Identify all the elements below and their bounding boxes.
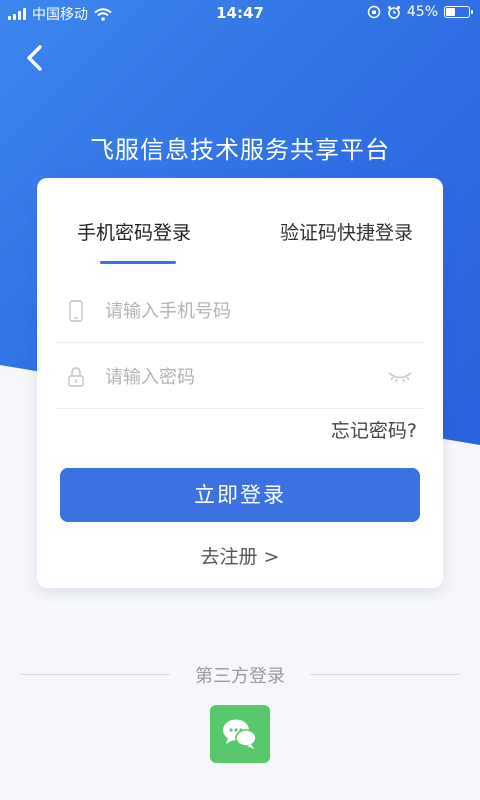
orientation-lock-icon bbox=[367, 5, 381, 19]
tab-phone-password[interactable]: 手机密码登录 bbox=[77, 218, 191, 245]
register-link[interactable]: 去注册 > bbox=[37, 542, 443, 569]
phone-icon bbox=[69, 300, 83, 322]
battery-fill bbox=[446, 8, 455, 16]
password-field bbox=[55, 344, 425, 409]
chevron-left-icon bbox=[27, 45, 42, 71]
active-tab-indicator bbox=[100, 261, 176, 264]
phone-field bbox=[55, 278, 425, 343]
login-button[interactable]: 立即登录 bbox=[60, 468, 420, 522]
back-button[interactable] bbox=[20, 42, 52, 74]
forgot-password-link[interactable]: 忘记密码? bbox=[331, 416, 417, 443]
page-title: 飞服信息技术服务共享平台 bbox=[90, 136, 390, 164]
alarm-icon bbox=[387, 6, 400, 19]
login-card: 手机密码登录 验证码快捷登录 忘记密码? 立即登录 去注册 > bbox=[37, 178, 443, 588]
divider-line-right bbox=[310, 674, 460, 675]
status-bar: 中国移动 14:47 45% bbox=[0, 0, 480, 26]
battery-icon bbox=[444, 6, 473, 18]
lock-icon bbox=[68, 367, 84, 387]
eye-closed-icon[interactable] bbox=[387, 370, 413, 384]
status-right: 45% bbox=[367, 4, 473, 20]
third-party-divider: 第三方登录 bbox=[20, 662, 460, 687]
wechat-icon bbox=[223, 719, 257, 749]
battery-percent: 45% bbox=[406, 4, 438, 20]
login-tabs: 手机密码登录 验证码快捷登录 bbox=[37, 218, 443, 268]
password-input[interactable] bbox=[103, 356, 367, 398]
third-party-label: 第三方登录 bbox=[195, 666, 285, 687]
tab-verification-code[interactable]: 验证码快捷登录 bbox=[280, 218, 413, 245]
wechat-login-button[interactable] bbox=[210, 705, 270, 763]
phone-input[interactable] bbox=[103, 290, 367, 332]
